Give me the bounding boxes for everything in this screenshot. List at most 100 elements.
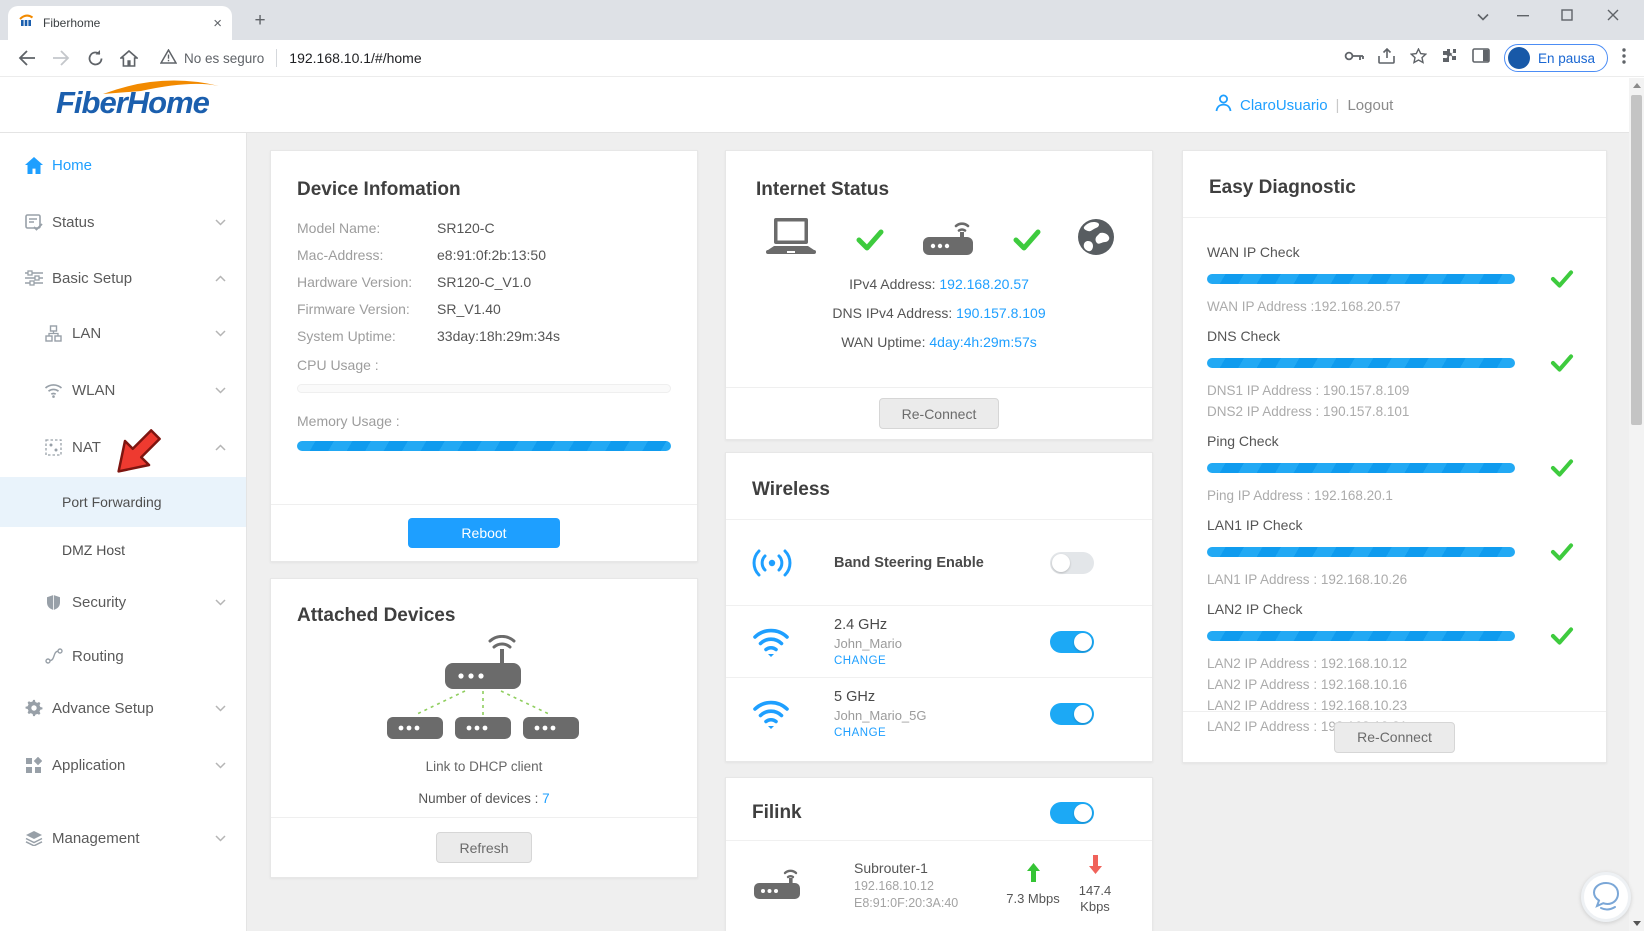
chevron-up-icon: [215, 274, 226, 282]
check-icon: [1550, 459, 1574, 477]
reload-icon[interactable]: [80, 43, 110, 73]
device-info-row: Hardware Version: SR120-C_V1.0: [297, 274, 532, 290]
browser-tabstrip: Fiberhome × +: [0, 0, 1644, 40]
sidebar-item-basic-setup[interactable]: Basic Setup: [0, 253, 246, 303]
internet-status-panel: Internet Status IPv4 Address: 192.168.20…: [725, 150, 1153, 440]
username[interactable]: ClaroUsuario: [1240, 97, 1328, 114]
sidebar-item-home[interactable]: Home: [0, 140, 246, 190]
help-chat-button[interactable]: [1581, 872, 1631, 922]
device-info-row: Model Name: SR120-C: [297, 220, 495, 236]
window-chevron-icon[interactable]: [1468, 4, 1498, 30]
chevron-down-icon: [215, 386, 226, 394]
chat-bubble-icon: [1592, 881, 1620, 911]
check-icon: [1550, 627, 1574, 645]
globe-icon: [1076, 217, 1116, 262]
chevron-up-icon: [215, 443, 226, 451]
up-arrow-icon: [1026, 863, 1040, 882]
new-tab-button[interactable]: +: [248, 9, 272, 33]
header-separator: |: [1335, 96, 1340, 114]
page-scrollbar[interactable]: [1629, 78, 1644, 931]
security-chip[interactable]: No es seguro: [159, 48, 264, 67]
filink-toggle[interactable]: [1050, 802, 1094, 824]
dns-line: DNS IPv4 Address: 190.157.8.109: [832, 305, 1046, 321]
management-icon: [24, 829, 43, 848]
basic-setup-icon: [24, 269, 43, 288]
subrouter-mac: E8:91:0F:20:3A:40: [854, 896, 959, 910]
back-icon[interactable]: [12, 43, 42, 73]
chevron-down-icon: [215, 834, 226, 842]
forward-icon[interactable]: [46, 43, 76, 73]
cpu-usage-bar: [297, 384, 671, 393]
browser-toolbar: No es seguro 192.168.10.1/#/home En paus…: [0, 40, 1644, 77]
sidebar-item-management[interactable]: Management: [0, 813, 246, 863]
wifi-5g-toggle[interactable]: [1050, 702, 1094, 725]
warning-icon: [159, 48, 178, 67]
window-minimize-button[interactable]: [1508, 4, 1538, 30]
diagnostic-reconnect-button[interactable]: Re-Connect: [1334, 721, 1455, 753]
browser-menu-icon[interactable]: [1622, 48, 1626, 68]
sidebar-item-application[interactable]: Application: [0, 740, 246, 790]
application-icon: [24, 756, 43, 775]
wifi-2g-toggle[interactable]: [1050, 630, 1094, 653]
change-link[interactable]: CHANGE: [834, 655, 1050, 667]
extensions-puzzle-icon[interactable]: [1441, 47, 1458, 69]
progress-bar: [1207, 631, 1515, 641]
reconnect-button[interactable]: Re-Connect: [878, 398, 1000, 429]
logo-swoosh: [101, 78, 221, 101]
band-steering-row: Band Steering Enable: [726, 519, 1152, 605]
tab-close-icon[interactable]: ×: [213, 16, 222, 31]
profile-badge-label: En pausa: [1537, 50, 1595, 66]
chevron-down-icon: [215, 218, 226, 226]
dhcp-topology-icon: [297, 635, 671, 747]
side-panel-icon[interactable]: [1472, 48, 1490, 68]
window-maximize-button[interactable]: [1552, 4, 1582, 30]
status-icon: [24, 213, 43, 232]
scroll-up-icon[interactable]: [1629, 78, 1644, 93]
subrouter-ip: 192.168.10.12: [854, 879, 934, 893]
wifi-5g-row: 5 GHz John_Mario_5G CHANGE: [726, 677, 1152, 749]
url-divider: [276, 49, 278, 67]
logout-link[interactable]: Logout: [1347, 97, 1393, 114]
key-icon[interactable]: [1344, 49, 1364, 67]
change-link[interactable]: CHANGE: [834, 727, 1050, 739]
laptop-icon: [762, 218, 820, 261]
scrollbar-thumb[interactable]: [1631, 95, 1642, 425]
profile-paused-badge[interactable]: En pausa: [1503, 44, 1608, 72]
band-label: 5 GHz: [834, 688, 876, 705]
reboot-button[interactable]: Reboot: [408, 518, 560, 548]
router-icon: [919, 217, 977, 262]
device-info-row: System Uptime: 33day:18h:29m:34s: [297, 328, 560, 344]
sidebar-item-dmz-host[interactable]: DMZ Host: [0, 525, 246, 575]
sidebar-item-advance-setup[interactable]: Advance Setup: [0, 683, 246, 733]
upload-rate: 7.3 Mbps: [1002, 863, 1064, 907]
memory-usage-bar: [297, 441, 671, 451]
broadcast-icon: [752, 548, 804, 578]
attached-devices-panel: Attached Devices Link to DHCP client Num…: [270, 578, 698, 878]
chevron-down-icon: [215, 329, 226, 337]
bookmark-star-icon[interactable]: [1409, 46, 1428, 69]
easy-diagnostic-panel: Easy Diagnostic WAN IP Check WAN IP Addr…: [1182, 150, 1607, 763]
home-icon[interactable]: [114, 43, 144, 73]
url-text[interactable]: 192.168.10.1/#/home: [289, 50, 421, 66]
user-icon: [1215, 94, 1232, 117]
band-steering-label: Band Steering Enable: [834, 554, 984, 571]
refresh-button[interactable]: Refresh: [436, 832, 532, 863]
sidebar-item-status[interactable]: Status: [0, 197, 246, 247]
browser-tab[interactable]: Fiberhome ×: [8, 6, 232, 40]
scroll-down-icon[interactable]: [1629, 916, 1644, 931]
sidebar-item-lan[interactable]: LAN: [0, 308, 246, 358]
nat-icon: [44, 438, 63, 457]
main-content: Device Infomation Model Name: SR120-C Mac…: [247, 133, 1644, 931]
share-icon[interactable]: [1378, 47, 1396, 69]
sidebar-item-wlan[interactable]: WLAN: [0, 365, 246, 415]
attached-devices-title: Attached Devices: [297, 605, 456, 626]
lan-icon: [44, 324, 63, 343]
sidebar-item-security[interactable]: Security: [0, 577, 246, 627]
window-close-button[interactable]: [1598, 4, 1628, 30]
band-steering-toggle[interactable]: [1050, 551, 1094, 574]
ipv4-line: IPv4 Address: 192.168.20.57: [849, 276, 1029, 292]
check-icon: [1550, 354, 1574, 372]
cpu-usage-label: CPU Usage :: [297, 357, 379, 373]
download-rate: 147.4 Kbps: [1064, 855, 1126, 915]
sidebar-item-routing[interactable]: Routing: [0, 631, 246, 681]
